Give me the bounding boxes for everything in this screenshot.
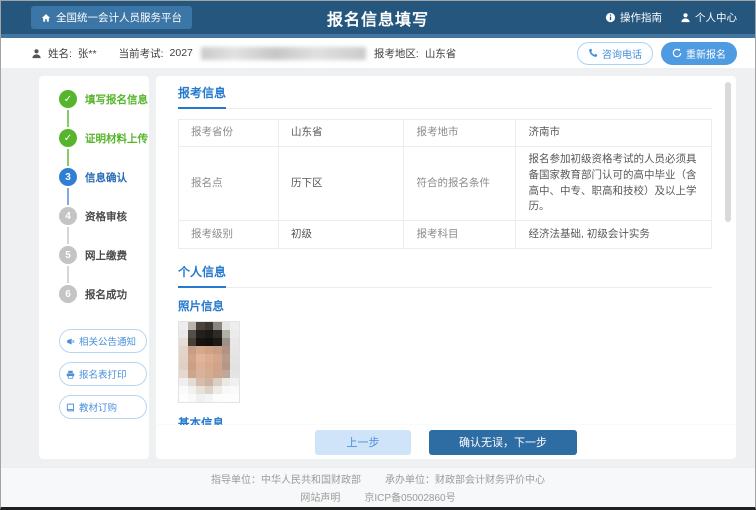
cell-value: 初级 (279, 221, 405, 248)
region-label: 报考地区: (373, 47, 419, 60)
steps-sidebar: ✓ 填写报名信息 ✓ 证明材料上传 3 信息确认 4 资格审核 5 网上缴费 6… (39, 76, 149, 459)
step-qualification-review[interactable]: 4 资格审核 (59, 207, 143, 225)
footer-guiding-unit: 指导单位：中华人民共和国财政部 (211, 475, 361, 486)
footer-site-statement-link[interactable]: 网站声明 (300, 489, 340, 504)
main-panel: 报考信息 报考省份 山东省 报考地市 济南市 报名点 历下区 符合的报名条件 报… (156, 76, 736, 459)
cell-value: 历下区 (279, 147, 405, 221)
redacted-exam-name (200, 46, 366, 60)
announcement-icon (66, 337, 75, 346)
step-online-payment[interactable]: 5 网上缴费 (59, 246, 143, 264)
step-2-check-icon: ✓ (59, 129, 77, 147)
scrollbar-thumb[interactable] (725, 82, 731, 222)
footer-icp-number: 京ICP备05002860号 (364, 493, 456, 504)
step-registration-success[interactable]: 6 报名成功 (59, 285, 143, 303)
exam-label: 当前考试: (118, 47, 164, 60)
cell-label: 符合的报名条件 (404, 147, 517, 221)
step-1-check-icon: ✓ (59, 90, 77, 108)
print-icon (66, 370, 75, 379)
user-info-bar: 姓名: 张** 当前考试: 2027 报考地区: 山东省 咨询电话 重新报名 (1, 38, 755, 68)
cell-value: 经济法基础, 初级会计实务 (528, 227, 650, 240)
guide-link[interactable]: 操作指南 (605, 10, 662, 25)
basic-info-title: 基本信息 (178, 418, 224, 425)
page-footer: 指导单位：中华人民共和国财政部 承办单位：财政部会计财务评价中心 网站声明 京I… (1, 467, 755, 507)
cell-label: 报考省份 (179, 120, 279, 147)
person-icon (680, 12, 691, 23)
step-fill-info[interactable]: ✓ 填写报名信息 (59, 90, 148, 108)
phone-icon (588, 48, 598, 58)
consult-phone-button[interactable]: 咨询电话 (577, 41, 653, 65)
step-connector (67, 266, 69, 283)
step-6-number: 6 (59, 285, 77, 303)
platform-name: 全国统一会计人员服务平台 (56, 12, 182, 24)
footer-undertaking-unit: 承办单位：财政部会计财务评价中心 (385, 475, 545, 486)
user-center-link[interactable]: 个人中心 (680, 10, 737, 25)
step-connector (67, 227, 69, 244)
step-confirm-info[interactable]: 3 信息确认 (59, 168, 143, 186)
exam-info-table: 报考省份 山东省 报考地市 济南市 报名点 历下区 符合的报名条件 报名参加初级… (178, 119, 712, 249)
info-icon (605, 12, 616, 23)
exam-info-title: 报考信息 (178, 84, 227, 109)
photo-mosaic (178, 321, 240, 403)
user-icon (31, 48, 42, 59)
re-register-button[interactable]: 重新报名 (661, 41, 737, 65)
top-header: 全国统一会计人员服务平台 报名信息填写 操作指南 个人中心 (1, 1, 755, 34)
confirm-next-button[interactable]: 确认无误，下一步 (429, 429, 577, 455)
name-label: 姓名: (48, 47, 72, 60)
personal-info-section-header: 个人信息 (178, 263, 712, 288)
step-4-number: 4 (59, 207, 77, 225)
cell-value: 山东省 (279, 120, 405, 147)
step-connector (67, 110, 69, 127)
panel-scroll-area[interactable]: 报考信息 报考省份 山东省 报考地市 济南市 报名点 历下区 符合的报名条件 报… (156, 76, 736, 425)
cell-label: 报名点 (179, 147, 279, 221)
print-form-button[interactable]: 报名表打印 (59, 362, 147, 386)
cell-label: 报考科目 (404, 221, 517, 248)
exam-info-section-header: 报考信息 (178, 84, 712, 109)
cell-label: 报考地市 (404, 120, 517, 147)
step-connector (67, 149, 69, 166)
cell-value: 济南市 (516, 120, 711, 147)
step-upload-materials[interactable]: ✓ 证明材料上传 (59, 129, 148, 147)
page: 全国统一会计人员服务平台 报名信息填写 操作指南 个人中心 姓名: 张** 当前… (0, 0, 756, 510)
cell-value: 报名参加初级资格考试的人员必须具备国家教育部门认可的高中毕业（含高中、中专、职高… (516, 147, 711, 221)
book-icon (66, 403, 75, 412)
step-3-number: 3 (59, 168, 77, 186)
textbook-order-button[interactable]: 教材订购 (59, 395, 147, 419)
platform-home-button[interactable]: 全国统一会计人员服务平台 (31, 6, 192, 29)
step-5-number: 5 (59, 246, 77, 264)
previous-step-button[interactable]: 上一步 (315, 429, 411, 455)
exam-year: 2027 (169, 47, 193, 59)
home-icon (41, 13, 51, 23)
step-connector (67, 188, 69, 205)
name-value: 张** (77, 47, 97, 60)
panel-action-bar: 上一步 确认无误，下一步 (156, 425, 736, 459)
announcements-button[interactable]: 相关公告通知 (59, 329, 147, 353)
personal-info-title: 个人信息 (178, 263, 227, 288)
cell-label: 报考级别 (179, 221, 279, 248)
refresh-icon (672, 48, 682, 58)
photo-info-title: 照片信息 (178, 301, 224, 313)
region-value: 山东省 (424, 47, 457, 60)
